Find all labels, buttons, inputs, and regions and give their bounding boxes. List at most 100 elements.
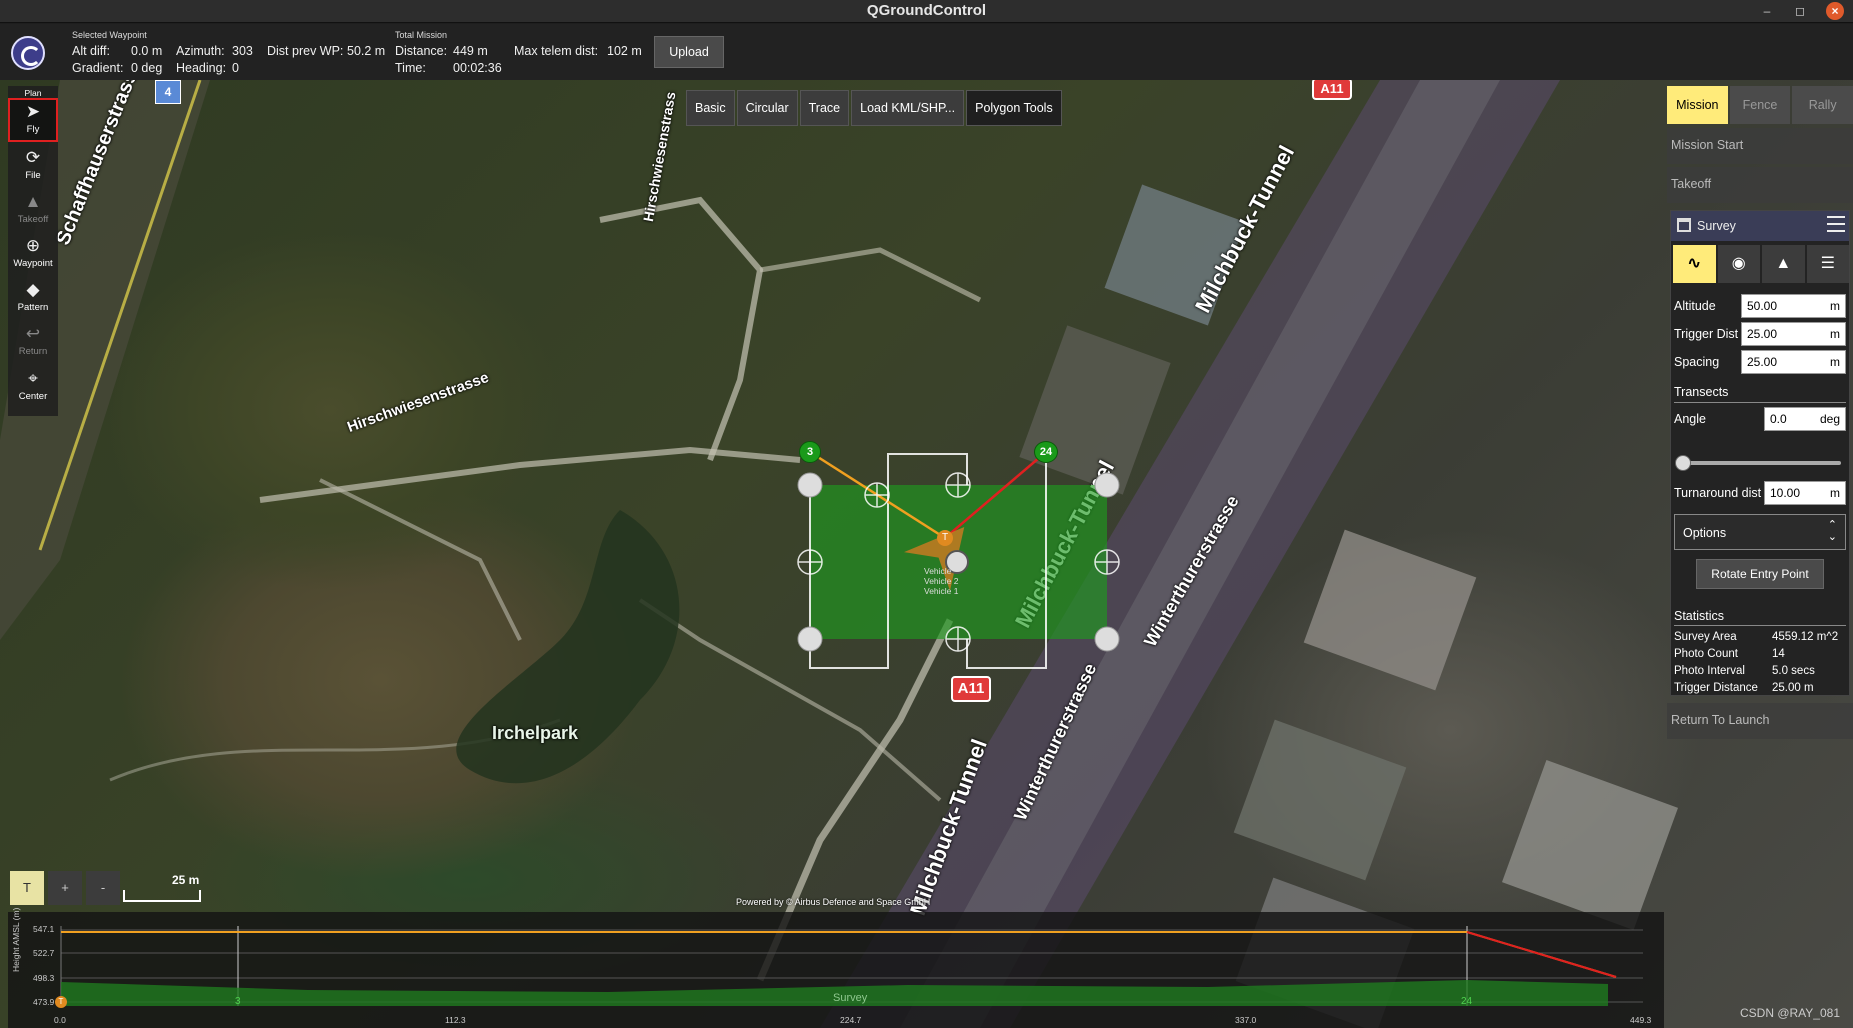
x-tick-2: 112.3	[445, 1015, 466, 1025]
max-telem-value: 102 m	[607, 44, 642, 58]
qgc-window: QGroundControl – ◻ × Selected Waypoint A…	[0, 0, 1853, 1028]
plan-toolbar: Plan ➤ Fly ⟳ File ▲ Takeoff ⊕ Waypoint ◆…	[8, 86, 58, 416]
waypoint-label: Waypoint	[13, 258, 53, 269]
options-label: Options	[1683, 526, 1727, 540]
camera-icon[interactable]: ◉	[1717, 245, 1760, 283]
selected-waypoint-heading: Selected Waypoint	[72, 30, 147, 40]
gradient-label: Gradient:	[72, 61, 124, 75]
altitude-field[interactable]: 50.00 m	[1741, 294, 1846, 318]
grid-pattern-icon[interactable]: ∿	[1673, 245, 1716, 283]
transects-divider	[1674, 402, 1846, 403]
y-tick-2: 522.7	[33, 948, 55, 958]
trace-button[interactable]: Trace	[799, 90, 850, 126]
title-bar: QGroundControl – ◻ ×	[0, 0, 1853, 23]
fly-button[interactable]: ➤ Fly	[8, 98, 58, 142]
return-to-launch-item[interactable]: Return To Launch	[1667, 703, 1853, 739]
zoom-in-button[interactable]: +	[48, 871, 82, 905]
zoom-out-button[interactable]: -	[86, 871, 120, 905]
distance-label: Distance:	[395, 44, 448, 58]
trash-icon[interactable]	[1677, 218, 1691, 232]
spacing-field[interactable]: 25.00 m	[1741, 350, 1846, 374]
takeoff-icon: ▲	[24, 192, 42, 211]
dist-prev-value: 50.2 m	[347, 44, 386, 58]
tab-mission[interactable]: Mission	[1667, 86, 1728, 124]
hamburger-menu-icon[interactable]	[1827, 216, 1845, 232]
trigger-dist-value: 25.00	[1747, 327, 1778, 341]
waypoint-24-marker[interactable]: 24	[1034, 441, 1058, 463]
file-button[interactable]: ⟳ File	[8, 148, 58, 181]
survey-title: Survey	[1697, 219, 1736, 233]
waypoint-button[interactable]: ⊕ Waypoint	[8, 236, 58, 269]
turnaround-unit: m	[1830, 486, 1840, 500]
options-collapsible[interactable]: Options ⌃ ⌄	[1674, 514, 1846, 550]
altitude-value: 50.00	[1747, 299, 1778, 313]
statistics-divider	[1674, 625, 1846, 626]
profile-survey-label: Survey	[833, 992, 868, 1004]
spacing-value: 25.00	[1747, 355, 1778, 369]
map-attribution: Powered by © Airbus Defence and Space Gm…	[736, 897, 931, 907]
takeoff-button[interactable]: ▲ Takeoff	[8, 192, 58, 225]
close-icon[interactable]: ×	[1826, 2, 1844, 20]
upload-button[interactable]: Upload	[654, 36, 724, 68]
vehicle-labels: Vehicle Vehicle 2 Vehicle 1	[924, 566, 959, 596]
return-button[interactable]: ↩ Return	[8, 324, 58, 357]
file-icon: ⟳	[25, 148, 41, 167]
tab-fence[interactable]: Fence	[1729, 86, 1791, 124]
terrain-icon[interactable]: ▲	[1762, 245, 1805, 283]
y-axis-label: Height AMSL (m)	[11, 907, 21, 972]
map-scale-label: 25 m	[172, 873, 200, 887]
center-icon: ⌖	[28, 369, 38, 388]
settings-sliders-icon[interactable]: ☰	[1806, 245, 1849, 283]
qgc-logo-icon[interactable]	[11, 36, 45, 70]
turnaround-field[interactable]: 10.00 m	[1764, 481, 1846, 505]
x-tick-3: 224.7	[840, 1015, 862, 1025]
waypoint-3-marker[interactable]: 3	[799, 441, 821, 463]
vehicle-label-3: Vehicle 1	[924, 586, 959, 596]
spacing-label: Spacing	[1674, 355, 1720, 369]
angle-slider-track[interactable]	[1681, 461, 1841, 465]
circular-button[interactable]: Circular	[736, 90, 798, 126]
trigger-dist-field[interactable]: 25.00 m	[1741, 322, 1846, 346]
angle-field[interactable]: 0.0 deg	[1764, 407, 1846, 431]
polygon-tools-bar: Basic Circular Trace Load KML/SHP... Pol…	[686, 90, 1062, 126]
vehicle-label-2: Vehicle 2	[924, 576, 959, 586]
maximize-icon[interactable]: ◻	[1790, 2, 1810, 20]
survey-header[interactable]: Survey	[1671, 211, 1849, 241]
time-value: 00:02:36	[453, 61, 502, 75]
return-label: Return	[18, 346, 48, 357]
minimize-icon[interactable]: –	[1757, 2, 1777, 20]
stat-photo-count: Photo Count 14	[1674, 648, 1785, 660]
pattern-icon: ◆	[26, 280, 40, 299]
vertex-handle	[797, 626, 823, 652]
heading-value: 0	[232, 61, 239, 75]
mission-start-item[interactable]: Mission Start	[1667, 128, 1853, 164]
y-tick-1: 547.1	[33, 924, 55, 934]
satellite-map[interactable]: Schaffhauserstrasse Hirschwiesenstrasse …	[0, 80, 1853, 1028]
survey-mode-tabs: ∿ ◉ ▲ ☰	[1673, 245, 1849, 283]
survey-editor: Survey ∿ ◉ ▲ ☰ Altitude 50.00 m Trigger …	[1670, 210, 1850, 696]
y-tick-3: 498.3	[33, 973, 55, 983]
fly-label: Fly	[26, 124, 40, 135]
gradient-value: 0 deg	[131, 61, 163, 75]
takeoff-marker[interactable]: T	[937, 530, 953, 546]
file-label: File	[25, 170, 41, 181]
stat-survey-area: Survey Area 4559.12 m^2	[1674, 631, 1839, 643]
map-tilt-button[interactable]: T	[10, 871, 44, 905]
load-kml-button[interactable]: Load KML/SHP...	[851, 90, 965, 126]
rotate-entry-point-button[interactable]: Rotate Entry Point	[1696, 559, 1824, 589]
basic-button[interactable]: Basic	[686, 90, 735, 126]
tab-rally[interactable]: Rally	[1792, 86, 1853, 124]
polygon-tools-label: Polygon Tools	[966, 90, 1062, 126]
azimuth-value: 303	[232, 44, 253, 58]
expand-chevrons-icon: ⌃ ⌄	[1827, 519, 1837, 543]
angle-slider-thumb[interactable]	[1675, 455, 1691, 471]
center-button[interactable]: ⌖ Center	[8, 369, 58, 402]
takeoff-item[interactable]: Takeoff	[1667, 167, 1853, 203]
transects-label: Transects	[1674, 385, 1729, 399]
trigger-dist-label: Trigger Dist	[1674, 327, 1739, 341]
top-toolbar: Selected Waypoint Alt diff: 0.0 m Gradie…	[0, 24, 1853, 80]
turnaround-value: 10.00	[1770, 486, 1801, 500]
watermark: CSDN @RAY_081	[1740, 1006, 1840, 1020]
azimuth-label: Azimuth:	[176, 44, 225, 58]
pattern-button[interactable]: ◆ Pattern	[8, 280, 58, 313]
